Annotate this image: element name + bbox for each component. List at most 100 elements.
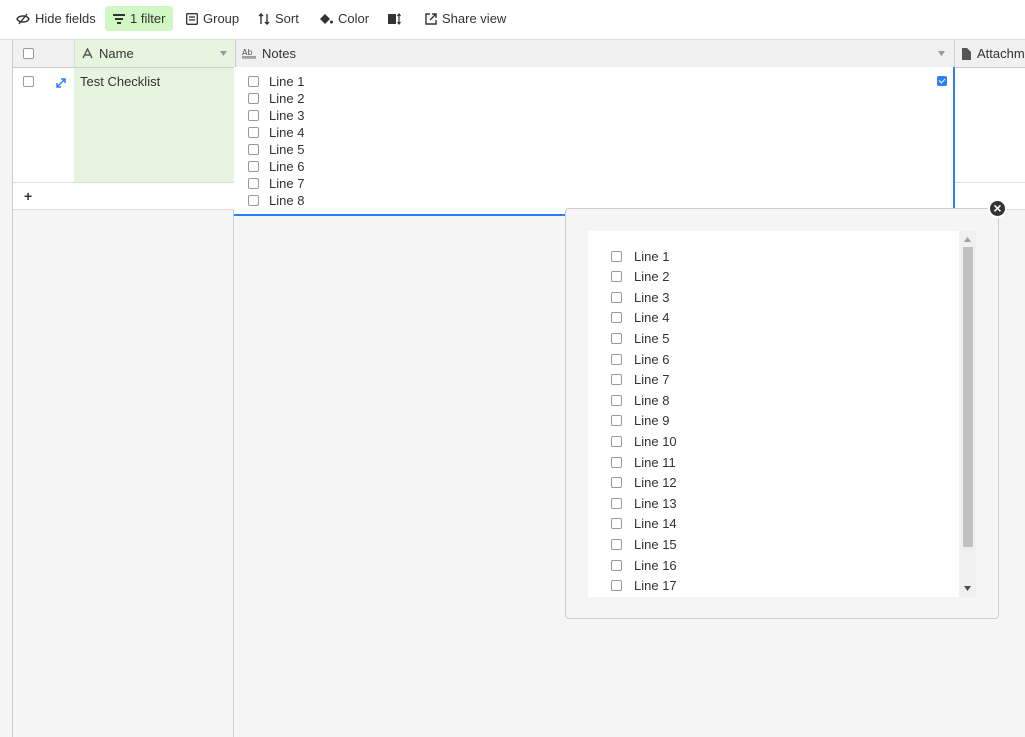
list-item[interactable]: Line 5 [611,330,669,346]
share-view-button[interactable]: Share view [419,6,512,31]
checkbox-box [23,76,34,87]
list-item[interactable]: Line 16 [611,557,677,573]
checkbox-box[interactable] [611,579,622,591]
view-toolbar: Hide fields 1 filter Group Sort Color Sh… [0,0,1025,40]
checkbox-box[interactable] [611,497,622,509]
list-item[interactable]: Line 8 [611,392,669,408]
hide-fields-label: Hide fields [35,11,96,26]
vertical-scrollbar[interactable] [959,231,976,597]
filter-icon [113,13,125,24]
filter-button[interactable]: 1 filter [105,6,174,31]
checkbox-box[interactable] [611,559,622,571]
filter-label: 1 filter [130,11,166,26]
row-height-button[interactable] [382,6,408,31]
checkbox-box[interactable] [611,517,622,529]
checkbox-box[interactable] [611,250,622,262]
list-item[interactable]: Line 9 [611,412,669,428]
list-item[interactable]: Line 3 [611,289,669,305]
chevron-down-icon[interactable] [938,51,945,56]
list-item[interactable]: Line 4 [248,124,304,141]
list-item-label: Line 7 [269,176,305,191]
hide-fields-button[interactable]: Hide fields [10,6,102,31]
checkbox-box[interactable] [248,195,259,206]
list-item[interactable]: Line 6 [611,351,669,367]
checkbox-box[interactable] [248,161,259,172]
checkbox-box[interactable] [611,394,622,406]
checkbox-box [23,48,34,59]
long-text-icon: Ab [242,48,256,59]
group-icon [186,12,198,25]
checkbox-box[interactable] [611,456,622,468]
checkbox-box[interactable] [611,435,622,447]
checkbox-box[interactable] [248,127,259,138]
list-item[interactable]: Line 7 [611,371,669,387]
checkbox-box[interactable] [611,538,622,550]
checkbox-box[interactable] [611,332,622,344]
list-item-label: Line 4 [634,309,670,325]
chevron-down-icon[interactable] [220,51,227,56]
share-view-label: Share view [442,11,507,26]
group-button[interactable]: Group [180,6,245,31]
checkbox-box[interactable] [611,311,622,323]
notes-popup-content[interactable]: Line 1 Line 2 Line 3 Line 4 Line 5 Line … [588,231,976,597]
list-item-label: Line 13 [634,495,677,511]
scroll-down-arrow-icon[interactable] [964,586,971,591]
cell-name[interactable]: Test Checklist [74,68,234,182]
close-icon: × [993,200,1002,216]
list-item[interactable]: Line 5 [248,141,304,158]
add-record-plus-icon[interactable]: + [24,188,32,204]
scroll-up-arrow-icon[interactable] [964,237,971,242]
checkbox-box[interactable] [611,476,622,488]
select-all-checkbox[interactable] [23,40,34,67]
list-item[interactable]: Line 1 [611,248,669,264]
sort-label: Sort [275,11,299,26]
list-item[interactable]: Line 2 [611,268,669,284]
list-item[interactable]: Line 13 [611,495,677,511]
sort-button[interactable]: Sort [252,6,305,31]
share-icon [425,12,437,25]
list-item[interactable]: Line 15 [611,536,677,552]
list-item[interactable]: Line 11 [611,454,676,470]
cell-attachments[interactable] [954,68,1025,182]
column-header-notes[interactable]: Ab Notes [235,40,954,67]
checkbox-box[interactable] [611,414,622,426]
list-item[interactable]: Line 3 [248,107,304,124]
checkbox-box[interactable] [611,291,622,303]
column-header-attachments[interactable]: Attachme [954,40,1025,67]
checkbox-box[interactable] [248,178,259,189]
grid-header-row: Name Ab Notes Attachme [13,40,1025,68]
list-item[interactable]: Line 17 [611,577,677,593]
row-checkbox[interactable] [23,75,34,90]
list-item[interactable]: Line 14 [611,515,677,531]
list-item[interactable]: Line 1 [248,73,304,90]
scrollbar-thumb[interactable] [963,247,973,547]
list-item-label: Line 16 [634,557,677,573]
checkbox-box[interactable] [611,373,622,385]
list-item[interactable]: Line 2 [248,90,304,107]
checkbox-box[interactable] [248,93,259,104]
checkbox-box[interactable] [611,270,622,282]
list-item[interactable]: Line 6 [248,158,304,175]
list-item[interactable]: Line 8 [248,192,304,209]
list-item-label: Line 5 [634,330,670,346]
checkbox-box[interactable] [248,110,259,121]
list-item[interactable]: Line 4 [611,309,669,325]
color-button[interactable]: Color [313,6,375,31]
checkbox-box[interactable] [248,144,259,155]
list-item-label: Line 14 [634,515,677,531]
list-item-label: Line 3 [634,289,670,305]
checkbox-box[interactable] [248,76,259,87]
color-label: Color [338,11,370,26]
column-header-name[interactable]: Name [74,40,234,67]
close-popup-button[interactable]: × [988,199,1007,218]
expand-record-icon[interactable] [56,76,66,91]
list-item[interactable]: Line 7 [248,175,304,192]
list-item-label: Line 15 [634,536,677,552]
checkbox-box[interactable] [611,353,622,365]
cell-notes-expanded[interactable]: Line 1 Line 2 Line 3 Line 4 Line 5 Line … [234,67,955,216]
list-item[interactable]: Line 10 [611,433,677,449]
list-item[interactable]: Line 12 [611,474,677,490]
list-item-label: Line 4 [269,125,305,140]
text-field-icon [82,48,93,59]
expand-cell-icon[interactable] [937,76,947,86]
